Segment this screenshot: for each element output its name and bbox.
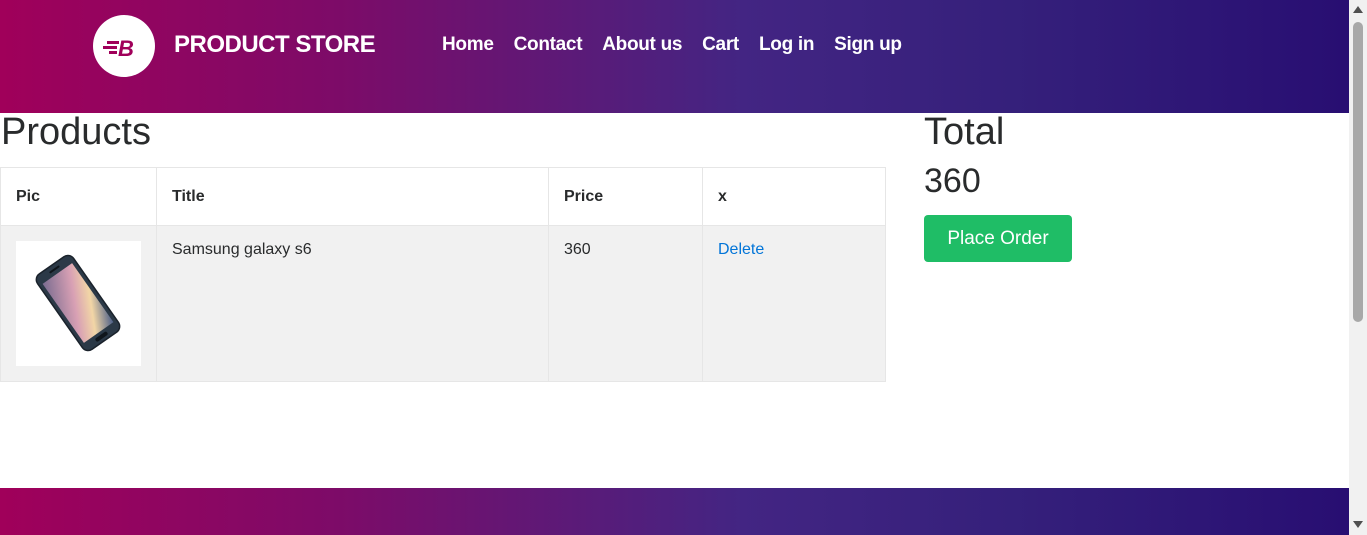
place-order-button[interactable]: Place Order [924, 215, 1072, 262]
cell-price: 360 [548, 225, 703, 382]
svg-text:B: B [118, 36, 134, 61]
nav-about[interactable]: About us [602, 34, 682, 56]
total-title: Total [924, 111, 1005, 153]
cell-title: Samsung galaxy s6 [156, 225, 549, 382]
column-header-price: Price [548, 167, 703, 226]
footer [0, 488, 1349, 535]
vertical-scrollbar[interactable] [1349, 0, 1367, 535]
delete-link[interactable]: Delete [718, 241, 764, 258]
column-header-pic: Pic [0, 167, 157, 226]
column-header-action: x [702, 167, 886, 226]
total-value: 360 [924, 162, 981, 200]
cell-action: Delete [702, 225, 886, 382]
column-header-title: Title [156, 167, 549, 226]
scroll-thumb[interactable] [1353, 22, 1363, 322]
store-logo-icon[interactable]: B [93, 15, 155, 77]
table-header-row: Pic Title Price x [0, 167, 886, 226]
products-title: Products [1, 111, 151, 153]
table-row: Samsung galaxy s6 360 Delete [0, 225, 886, 382]
brand-title[interactable]: PRODUCT STORE [174, 31, 376, 59]
phone-image [16, 241, 141, 366]
cart-table: Pic Title Price x Samsung galaxy s6 360 … [0, 167, 886, 382]
nav-links: Home Contact About us Cart Log in Sign u… [442, 34, 922, 56]
scroll-up-icon[interactable] [1353, 6, 1363, 13]
nav-login[interactable]: Log in [759, 34, 814, 56]
nav-contact[interactable]: Contact [514, 34, 583, 56]
nav-home[interactable]: Home [442, 34, 494, 56]
scroll-down-icon[interactable] [1353, 521, 1363, 528]
navbar: B PRODUCT STORE Home Contact About us Ca… [0, 0, 1349, 113]
nav-cart[interactable]: Cart [702, 34, 739, 56]
nav-signup[interactable]: Sign up [834, 34, 902, 56]
cell-pic [0, 225, 157, 382]
